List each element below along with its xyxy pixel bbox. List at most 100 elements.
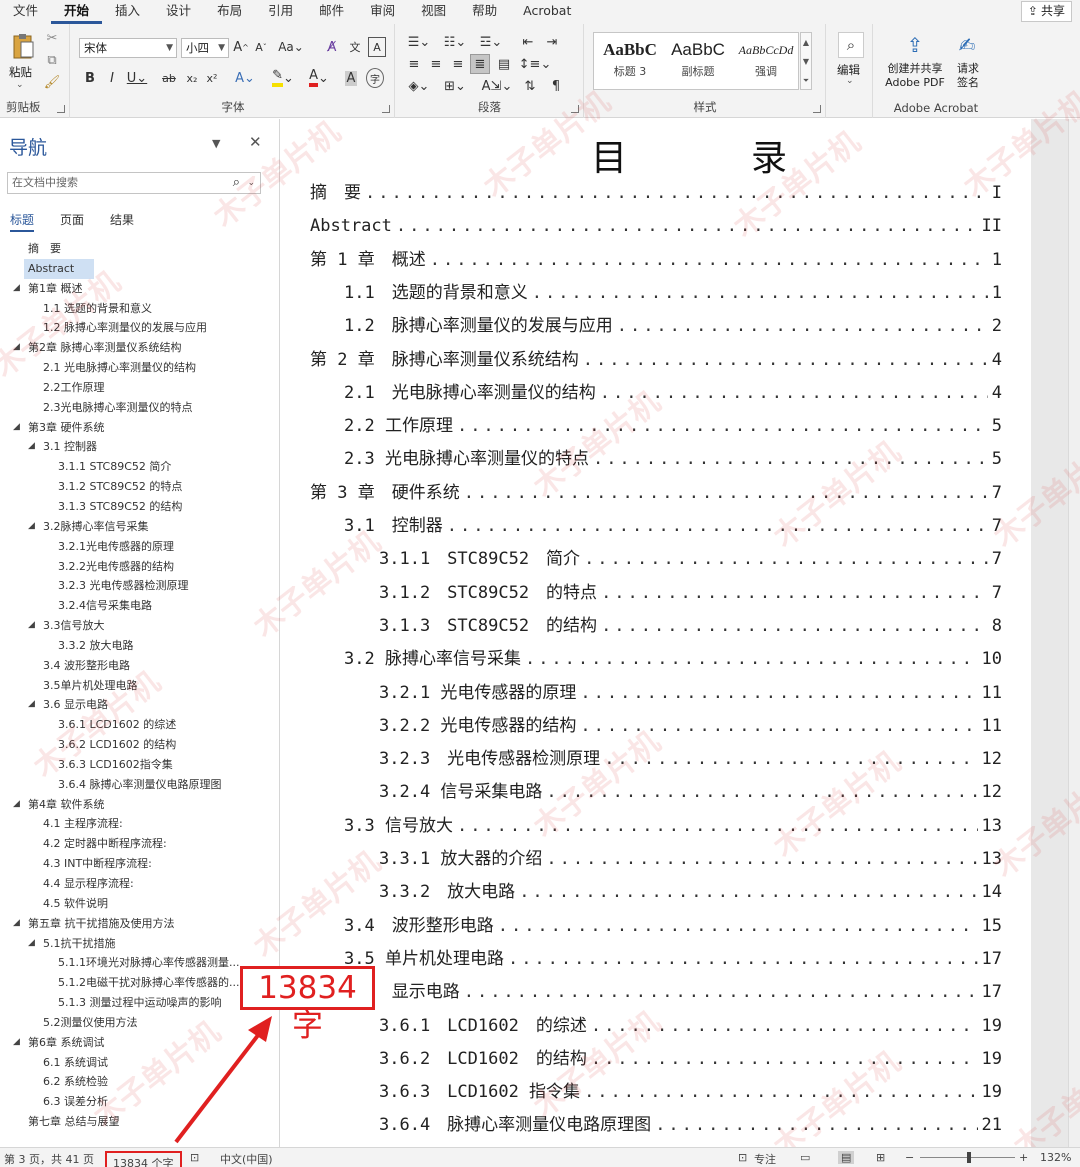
nav-heading-item[interactable]: 3.3.2 放大电路 [0, 636, 279, 656]
nav-heading-item[interactable]: 1.1 选题的背景和意义 [0, 299, 279, 319]
nav-heading-item[interactable]: 第七章 总结与展望 [0, 1112, 279, 1132]
text-effects-icon[interactable]: A⌄ [232, 68, 258, 88]
toc-entry[interactable]: 3.6.2 LCD1602 的结构.......................… [379, 1045, 1002, 1069]
collapse-arrow-icon[interactable]: ◢ [13, 914, 20, 934]
distributed-icon[interactable]: ▤ [494, 54, 514, 74]
collapse-arrow-icon[interactable]: ◢ [28, 695, 35, 715]
styles-scroll[interactable]: ▲ ▼ ⏷ [800, 32, 812, 90]
shading-icon[interactable]: ◈⌄ [404, 76, 434, 96]
styles-more-icon[interactable]: ⏷ [801, 71, 811, 90]
ribbon-tab-5[interactable]: 引用 [255, 0, 306, 24]
font-color-icon[interactable]: A ⌄ [306, 68, 332, 88]
nav-heading-item[interactable]: 5.1.1环境光对脉搏心率传感器测量... [0, 953, 279, 973]
toc-entry[interactable]: 第 2 章 脉搏心率测量仪系统结构.......................… [310, 346, 1002, 370]
nav-heading-item[interactable]: 3.1.3 STC89C52 的结构 [0, 497, 279, 517]
style-subtitle[interactable]: AaBbC 副标题 [664, 37, 732, 87]
grow-font-icon[interactable]: A ^ [232, 37, 250, 57]
underline-icon[interactable]: U⌄ [126, 68, 148, 88]
paragraph-launcher-icon[interactable] [571, 105, 579, 113]
align-right-icon[interactable]: ≡ [448, 54, 468, 74]
read-mode-icon[interactable]: ▭ [800, 1151, 810, 1164]
phonetic-guide-icon[interactable]: 文 [346, 37, 364, 57]
nav-heading-item[interactable]: ◢ 第4章 软件系统 [0, 795, 279, 815]
request-signature-button[interactable]: 请求 签名 [952, 62, 984, 90]
nav-heading-item[interactable]: 4.1 主程序流程: [0, 814, 279, 834]
enclose-char-icon[interactable]: 字 [366, 68, 384, 88]
char-border-icon[interactable]: A [368, 37, 386, 57]
nav-heading-item[interactable]: ◢ 3.3信号放大 [0, 616, 279, 636]
justify-icon[interactable]: ≣ [470, 54, 490, 74]
toc-entry[interactable]: 3.3.2 放大电路..............................… [379, 878, 1002, 902]
nav-heading-item[interactable]: ◢ 3.6 显示电路 [0, 695, 279, 715]
search-icon[interactable]: ⌕ [233, 173, 240, 193]
copy-icon[interactable]: ⧉ [44, 52, 60, 68]
char-shading-icon[interactable]: A [342, 68, 360, 88]
nav-heading-item[interactable]: 3.5单片机处理电路 [0, 676, 279, 696]
word-count-status[interactable]: 13834 个字 [105, 1151, 182, 1167]
ribbon-tab-10[interactable]: Acrobat [510, 0, 584, 24]
nav-heading-item[interactable]: ◢ 第2章 脉搏心率测量仪系统结构 [0, 338, 279, 358]
toc-entry[interactable]: 3.4 波形整形电路..............................… [344, 912, 1002, 936]
zoom-in-icon[interactable]: + [1019, 1151, 1028, 1164]
italic-icon[interactable]: I [104, 68, 120, 88]
search-icon[interactable]: ⌕ [838, 32, 864, 58]
proofing-icon[interactable]: ⊡ [190, 1151, 199, 1164]
nav-heading-item[interactable]: ◢ 3.1 控制器 [0, 437, 279, 457]
toc-entry[interactable]: 第 3 章 硬件系统..............................… [310, 479, 1002, 503]
nav-heading-item[interactable]: 2.3光电脉搏心率测量仪的特点 [0, 398, 279, 418]
nav-heading-item[interactable]: 3.2.2光电传感器的结构 [0, 557, 279, 577]
nav-heading-item[interactable]: ◢ 5.1抗干扰措施 [0, 934, 279, 954]
nav-heading-item[interactable]: 4.5 软件说明 [0, 894, 279, 914]
bullets-icon[interactable]: ☰⌄ [404, 32, 434, 52]
nav-heading-item[interactable]: ◢ 第6章 系统调试 [0, 1033, 279, 1053]
tab-headings[interactable]: 标题 [10, 211, 35, 232]
superscript-icon[interactable]: x² [204, 68, 220, 88]
tab-results[interactable]: 结果 [110, 211, 134, 232]
nav-heading-item[interactable]: 6.1 系统调试 [0, 1053, 279, 1073]
share-button[interactable]: ⇪ 共享 [1020, 1, 1072, 22]
nav-heading-item[interactable]: 3.1.1 STC89C52 简介 [0, 457, 279, 477]
nav-heading-item[interactable]: 6.2 系统检验 [0, 1072, 279, 1092]
paste-dropdown-icon[interactable]: ⌄ [16, 80, 24, 90]
nav-heading-item[interactable]: ◢ 3.2脉搏心率信号采集 [0, 517, 279, 537]
multilevel-list-icon[interactable]: ☲⌄ [476, 32, 506, 52]
line-spacing-icon[interactable]: ↕≡⌄ [519, 54, 552, 74]
toc-entry[interactable]: 摘 要.....................................… [310, 179, 1002, 203]
zoom-slider-thumb[interactable] [967, 1152, 971, 1163]
toc-entry[interactable]: 1.1 选题的背景和意义............................… [344, 279, 1002, 303]
collapse-arrow-icon[interactable]: ◢ [28, 934, 35, 954]
nav-options-icon[interactable]: ▼ [212, 137, 220, 150]
nav-heading-item[interactable]: ◢ 第五章 抗干扰措施及使用方法 [0, 914, 279, 934]
nav-heading-item[interactable]: 4.4 显示程序流程: [0, 874, 279, 894]
toc-entry[interactable]: 3.5 单片机处理电路.............................… [344, 945, 1002, 969]
show-marks-icon[interactable]: ¶ [546, 76, 566, 96]
font-launcher-icon[interactable] [382, 105, 390, 113]
web-layout-icon[interactable]: ⊞ [876, 1151, 885, 1164]
cut-icon[interactable]: ✂ [44, 30, 60, 46]
toc-entry[interactable]: 2.3 光电脉搏心率测量仪的特点........................… [344, 445, 1002, 469]
toc-entry[interactable]: 3.2 脉搏心率信号采集............................… [344, 645, 1002, 669]
nav-heading-item[interactable]: 2.2工作原理 [0, 378, 279, 398]
chevron-up-icon[interactable]: ▲ [801, 33, 811, 52]
ribbon-tab-1[interactable]: 开始 [51, 0, 103, 24]
zoom-out-icon[interactable]: − [905, 1151, 914, 1164]
font-name-combo[interactable]: 宋体 ▼ [79, 38, 177, 58]
nav-heading-item[interactable]: 3.6.4 脉搏心率测量仪电路原理图 [0, 775, 279, 795]
focus-mode-label[interactable]: 专注 [754, 1151, 776, 1167]
toc-entry[interactable]: 1.2 脉搏心率测量仪的发展与应用.......................… [344, 312, 1002, 336]
change-case-icon[interactable]: Aa⌄ [278, 37, 304, 57]
nav-heading-item[interactable]: 3.6.3 LCD1602指令集 [0, 755, 279, 775]
chevron-down-icon[interactable]: ⌄ [247, 173, 255, 193]
shrink-font-icon[interactable]: Aˇ [252, 37, 270, 57]
zoom-level[interactable]: 132% [1040, 1151, 1071, 1164]
chevron-down-icon[interactable]: ⌄ [846, 76, 854, 86]
ribbon-tab-7[interactable]: 审阅 [357, 0, 408, 24]
collapse-arrow-icon[interactable]: ◢ [13, 795, 20, 815]
ribbon-tab-9[interactable]: 帮助 [459, 0, 510, 24]
toc-entry[interactable]: 3.2.1 光电传感器的原理..........................… [379, 679, 1002, 703]
nav-heading-item[interactable]: 1.2 脉搏心率测量仪的发展与应用 [0, 318, 279, 338]
nav-heading-item[interactable]: 5.1.3 测量过程中运动噪声的影响 [0, 993, 279, 1013]
collapse-arrow-icon[interactable]: ◢ [28, 437, 35, 457]
paste-button[interactable] [8, 30, 38, 62]
style-emphasis[interactable]: AaBbCcDd 强调 [732, 37, 800, 87]
